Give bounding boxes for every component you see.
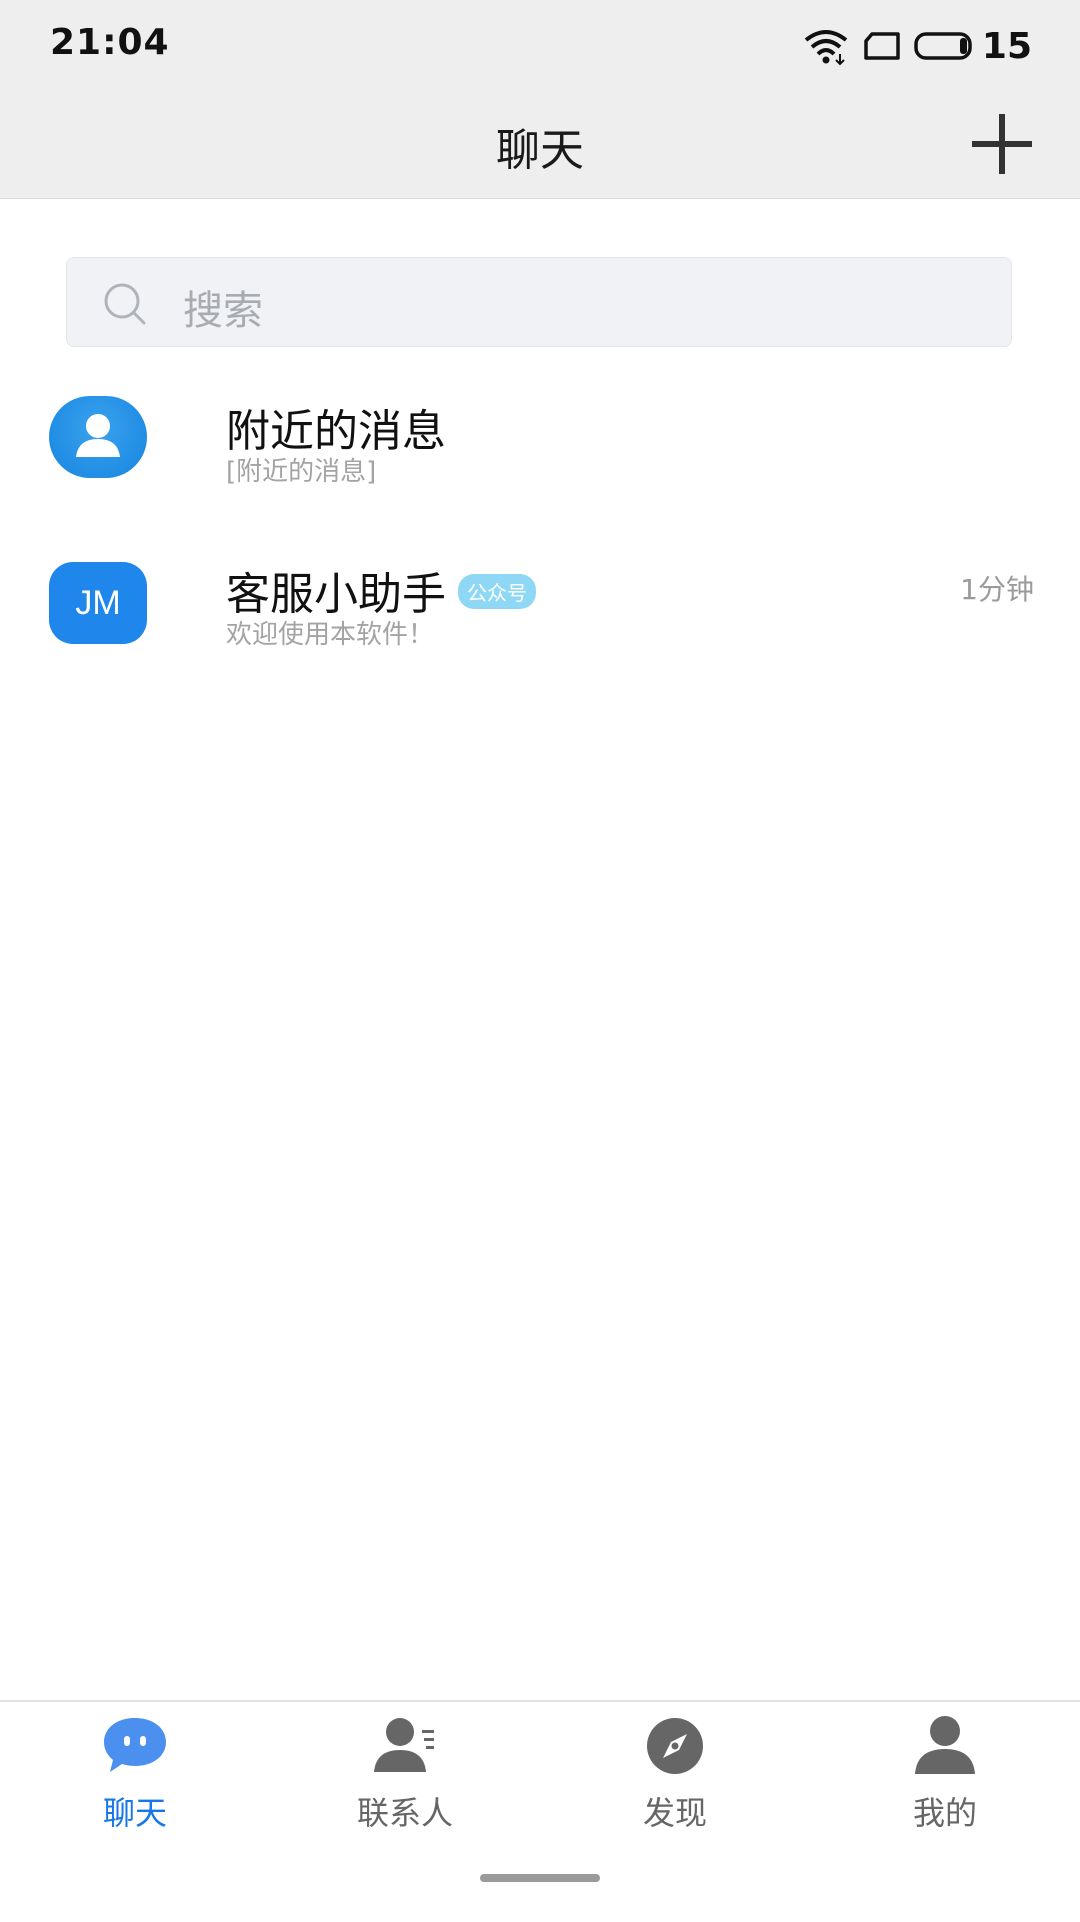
add-button[interactable] [964,106,1040,182]
status-bar: 21:04 15 [0,0,1080,92]
sim-icon [862,31,902,61]
tab-profile[interactable]: 我的 [810,1702,1080,1842]
tab-label: 联系人 [356,1794,453,1832]
plus-icon [972,114,1032,174]
conversation-name-text: 客服小助手 [226,569,446,620]
compass-icon [540,1714,810,1778]
conversation-time: 1分钟 [960,573,1034,606]
tab-chat[interactable]: 聊天 [0,1702,270,1842]
search-input[interactable]: 搜索 [66,257,1012,347]
contacts-icon [270,1714,540,1778]
page-title: 聊天 [496,125,584,176]
tab-contacts[interactable]: 联系人 [270,1702,540,1842]
title-bar: 聊天 [0,92,1080,199]
tab-label: 聊天 [102,1794,167,1832]
person-icon [76,414,120,457]
battery-icon [914,31,976,61]
conversation-preview: 欢迎使用本软件！ [226,620,435,650]
bottom-nav: 聊天 联系人 发现 我的 [0,1700,1080,1922]
conversation-name: 客服小助手 公众号 [226,558,536,622]
wifi-icon [802,26,850,66]
search-placeholder: 搜索 [183,288,263,334]
status-time: 21:04 [50,22,170,63]
conversation-preview: [附近的消息] [226,457,377,487]
conversation-name: 附近的消息 [226,406,446,457]
conversation-item-nearby[interactable]: 附近的消息 [附近的消息] [0,383,1080,533]
avatar [49,396,147,478]
chat-bubble-icon [0,1714,270,1778]
official-account-badge: 公众号 [458,573,536,609]
tab-label: 发现 [642,1794,707,1832]
profile-icon [810,1714,1080,1778]
battery-level: 15 [981,25,1032,67]
search-icon [101,280,149,332]
tab-label: 我的 [912,1794,977,1832]
avatar: JM [49,562,147,644]
tab-discover[interactable]: 发现 [540,1702,810,1842]
home-indicator[interactable] [480,1874,600,1882]
conversation-item-support[interactable]: JM 客服小助手 公众号 1分钟 欢迎使用本软件！ [0,548,1080,698]
status-icons: 15 [802,24,1032,68]
